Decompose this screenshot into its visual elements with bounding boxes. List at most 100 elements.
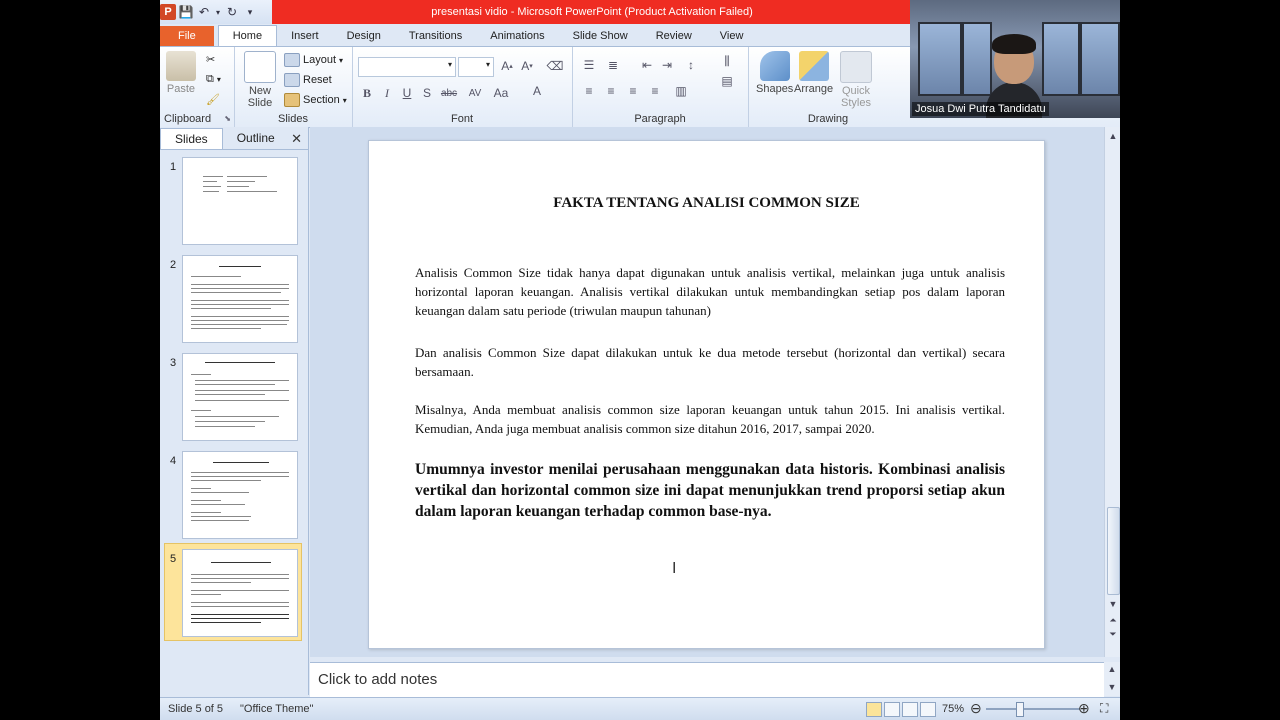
tab-slide-show[interactable]: Slide Show xyxy=(559,26,642,46)
scroll-thumb[interactable] xyxy=(1107,507,1120,595)
italic-icon[interactable]: I xyxy=(378,85,396,101)
line-spacing-icon[interactable]: ↕ xyxy=(682,57,700,73)
fit-to-window-icon[interactable]: ⛶ xyxy=(1100,701,1108,716)
customize-qat-icon[interactable]: ▾ xyxy=(242,4,258,20)
theme-name[interactable]: "Office Theme" xyxy=(240,703,313,715)
zoom-out-icon[interactable]: ⊖ xyxy=(970,700,982,717)
align-right-icon[interactable]: ≡ xyxy=(624,83,642,99)
tab-outline[interactable]: Outline xyxy=(223,128,289,148)
shapes-button[interactable]: Shapes xyxy=(756,51,793,95)
align-left-icon[interactable]: ≡ xyxy=(580,83,598,99)
reading-view-icon[interactable] xyxy=(902,702,918,717)
tab-animations[interactable]: Animations xyxy=(476,26,558,46)
strikethrough-icon[interactable]: abc xyxy=(440,85,458,101)
slide-canvas[interactable]: FAKTA TENTANG ANALISI COMMON SIZE Analis… xyxy=(368,140,1045,649)
reset-button[interactable]: Reset xyxy=(284,73,332,87)
shrink-font-icon[interactable]: A ▾ xyxy=(518,58,536,74)
paragraph-group: ☰ ≣ ⇤ ⇥ ↕ ⫼ ▤ ≡ ≡ ≡ ≡ ▥ Paragraph xyxy=(572,47,749,127)
slide-number: 5 xyxy=(170,553,177,565)
justify-icon[interactable]: ≡ xyxy=(646,83,664,99)
paste-button[interactable]: Paste xyxy=(166,51,196,95)
next-slide-icon[interactable]: ⏷ xyxy=(1107,629,1119,640)
notes-scrollbar[interactable]: ▲ ▼ xyxy=(1104,662,1120,696)
arrange-icon xyxy=(798,51,829,81)
scroll-down-icon[interactable]: ▼ xyxy=(1107,599,1119,609)
numbering-icon[interactable]: ≣ xyxy=(604,57,622,73)
tab-design[interactable]: Design xyxy=(333,26,395,46)
webcam-overlay: Josua Dwi Putra Tandidatu xyxy=(910,0,1120,118)
close-pane-icon[interactable]: ✕ xyxy=(291,131,302,147)
thumbnail-image xyxy=(182,549,298,637)
text-direction-icon[interactable]: ⫼ xyxy=(718,53,736,69)
reset-label: Reset xyxy=(303,74,332,86)
slide-paragraph-3[interactable]: Misalnya, Anda membuat analisis common s… xyxy=(415,400,1005,438)
tab-slides[interactable]: Slides xyxy=(160,127,223,149)
scroll-up-icon[interactable]: ▲ xyxy=(1107,131,1119,141)
notes-scroll-down-icon[interactable]: ▼ xyxy=(1106,682,1118,692)
undo-dropdown-icon[interactable]: ▾ xyxy=(214,4,222,20)
slide-sorter-view-icon[interactable] xyxy=(884,702,900,717)
powerpoint-logo-icon[interactable]: P xyxy=(160,4,176,20)
align-center-icon[interactable]: ≡ xyxy=(602,83,620,99)
change-case-icon[interactable]: Aa xyxy=(492,85,510,101)
thumbnail-image xyxy=(182,157,298,245)
slide-paragraph-1[interactable]: Analisis Common Size tidak hanya dapat d… xyxy=(415,263,1005,320)
background-window xyxy=(918,22,962,96)
slide-thumbnail-3[interactable]: 3 xyxy=(160,351,306,443)
slide-thumbnail-1[interactable]: 1 xyxy=(160,155,306,247)
participant-name: Josua Dwi Putra Tandidatu xyxy=(912,102,1049,116)
notes-pane[interactable]: Click to add notes xyxy=(310,662,1104,697)
tab-home[interactable]: Home xyxy=(217,25,278,46)
paste-label: Paste xyxy=(166,83,196,95)
normal-view-icon[interactable] xyxy=(866,702,882,717)
previous-slide-icon[interactable]: ⏶ xyxy=(1107,615,1119,626)
grow-font-icon[interactable]: A ▴ xyxy=(498,58,516,74)
undo-icon[interactable]: ↶ xyxy=(196,4,212,20)
slide-vertical-scrollbar[interactable]: ▲ ▼ ⏶ ⏷ xyxy=(1104,127,1120,657)
cut-button[interactable]: ✂ xyxy=(206,53,215,66)
underline-icon[interactable]: U xyxy=(398,85,416,101)
slideshow-view-icon[interactable] xyxy=(920,702,936,717)
zoom-level[interactable]: 75% xyxy=(942,703,964,715)
quick-styles-label-2: Styles xyxy=(841,97,871,109)
font-family-select[interactable]: ▾ xyxy=(358,57,456,77)
tab-file[interactable]: File xyxy=(160,26,214,46)
zoom-slider[interactable] xyxy=(986,708,1080,710)
bold-icon[interactable]: B xyxy=(358,85,376,101)
columns-icon[interactable]: ▥ xyxy=(672,83,690,99)
slide-title[interactable]: FAKTA TENTANG ANALISI COMMON SIZE xyxy=(369,195,1044,212)
tab-review[interactable]: Review xyxy=(642,26,706,46)
character-spacing-icon[interactable]: AV xyxy=(466,85,484,101)
slide-paragraph-4[interactable]: Umumnya investor menilai perusahaan meng… xyxy=(415,459,1005,522)
font-color-icon[interactable]: A xyxy=(528,83,546,99)
zoom-in-icon[interactable]: ⊕ xyxy=(1078,700,1090,717)
layout-label: Layout xyxy=(303,54,337,66)
save-icon[interactable]: 💾 xyxy=(178,4,194,20)
tab-transitions[interactable]: Transitions xyxy=(395,26,476,46)
tab-insert[interactable]: Insert xyxy=(277,26,333,46)
slide-thumbnail-4[interactable]: 4 xyxy=(160,449,306,541)
slide-thumbnail-5-selected[interactable]: 5 xyxy=(160,543,306,641)
clear-formatting-icon[interactable]: ⌫ xyxy=(546,58,564,74)
decrease-indent-icon[interactable]: ⇤ xyxy=(638,57,656,73)
increase-indent-icon[interactable]: ⇥ xyxy=(658,57,676,73)
slide-thumbnail-2[interactable]: 2 xyxy=(160,253,306,345)
slide-paragraph-2[interactable]: Dan analisis Common Size dapat dilakukan… xyxy=(415,343,1005,381)
zoom-slider-knob[interactable] xyxy=(1016,702,1024,717)
tab-view[interactable]: View xyxy=(706,26,758,46)
font-size-select[interactable]: ▾ xyxy=(458,57,494,77)
copy-button[interactable]: ⧉ ▾ xyxy=(206,73,221,86)
shadow-icon[interactable]: S xyxy=(418,85,436,101)
bullets-icon[interactable]: ☰ xyxy=(580,57,598,73)
section-button[interactable]: Section ▾ xyxy=(284,93,347,107)
new-slide-button[interactable]: New Slide xyxy=(244,51,276,109)
align-text-icon[interactable]: ▤ xyxy=(718,73,736,89)
format-painter-button[interactable]: 🖌 xyxy=(206,93,220,106)
quick-styles-button[interactable]: Quick Styles xyxy=(840,51,872,109)
layout-button[interactable]: Layout ▾ xyxy=(284,53,343,67)
quick-styles-icon xyxy=(840,51,872,83)
redo-icon[interactable]: ↻ xyxy=(224,4,240,20)
dialog-launcher-icon[interactable]: ⬊ xyxy=(224,114,231,123)
notes-scroll-up-icon[interactable]: ▲ xyxy=(1106,664,1118,674)
arrange-button[interactable]: Arrange xyxy=(794,51,833,95)
